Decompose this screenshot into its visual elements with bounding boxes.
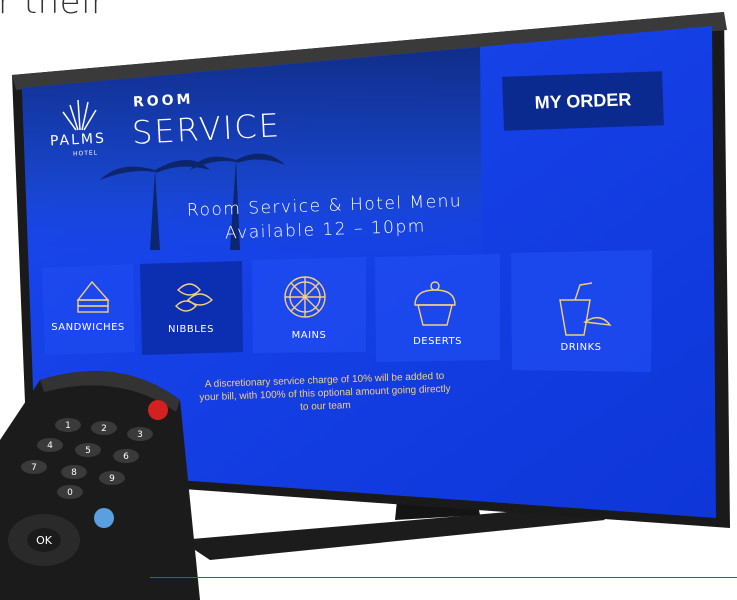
home-button[interactable] [94,508,114,528]
category-label: SANDWICHES [51,322,125,333]
category-label: DESERTS [413,336,462,347]
service-charge-notice: A discretionary service charge of 10% wi… [199,370,451,413]
ok-label: OK [36,534,53,547]
room-label: ROOM [132,91,194,111]
divider-line [150,577,737,578]
category-label: DRINKS [560,342,602,353]
service-label: SERVICE [131,106,282,152]
key-label: 2 [101,424,107,434]
my-order-button[interactable]: MY ORDER [502,71,664,131]
key-label: 6 [123,452,129,462]
key-label: 1 [65,421,71,431]
logo-name: PALMS [49,130,107,150]
key-label: 8 [71,468,77,478]
power-button[interactable] [148,400,168,420]
category-label: MAINS [291,330,327,341]
key-label: 5 [85,446,91,456]
remote-control: 1 2 3 4 5 6 7 8 9 0 OK [0,371,200,600]
logo-sub: HOTEL [72,149,99,158]
key-label: 0 [67,488,73,498]
key-label: 7 [31,463,37,473]
menu-title: Room Service & Hotel Menu Available 12 –… [179,189,470,247]
category-label: NIBBLES [168,324,214,335]
key-label: 3 [137,430,143,440]
key-label: 4 [47,441,53,451]
